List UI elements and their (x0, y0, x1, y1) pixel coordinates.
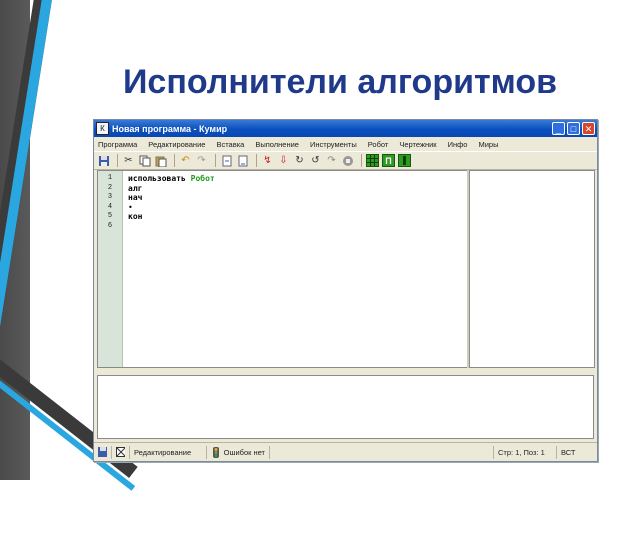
step-into-icon[interactable]: ↻ (293, 154, 306, 167)
margin-panel (469, 170, 595, 368)
maximize-button[interactable]: □ (567, 122, 580, 135)
status-state: Ошибок нет (207, 445, 270, 459)
toolbar-separator (174, 154, 175, 167)
menu-item-edit[interactable]: Редактирование (148, 140, 205, 149)
code-line[interactable]: алг (128, 184, 468, 194)
indent-icon[interactable] (220, 154, 233, 167)
status-state-text: Ошибок нет (223, 447, 265, 457)
code-editor[interactable]: 1 2 3 4 5 6 использовать Робот алг нач •… (97, 170, 469, 368)
cursor-marker: • (128, 202, 133, 212)
code-text[interactable]: использовать Робот алг нач • кон (123, 171, 468, 367)
minimize-button[interactable]: _ (552, 122, 565, 135)
executor-name: Робот (190, 174, 215, 183)
robot-field-grid-icon[interactable] (366, 154, 379, 167)
kumir-window: К Новая программа - Кумир _ □ ✕ Программ… (93, 119, 598, 462)
robot-field-bar-icon[interactable] (398, 154, 411, 167)
keyword: алг (128, 183, 143, 193)
close-button[interactable]: ✕ (582, 122, 595, 135)
undo-icon[interactable]: ↶ (179, 154, 192, 167)
toolbar-separator (361, 154, 362, 167)
traffic-light-icon (211, 447, 221, 458)
menu-bar: Программа Редактирование Вставка Выполне… (94, 137, 597, 151)
menu-item-tools[interactable]: Инструменты (310, 140, 357, 149)
menu-item-worlds[interactable]: Миры (478, 140, 498, 149)
stop-icon[interactable] (341, 154, 354, 167)
code-line[interactable]: использовать Робот (128, 174, 468, 184)
status-mode: Редактирование (130, 445, 207, 459)
redo-icon[interactable]: ↷ (195, 154, 208, 167)
line-number: 5 (107, 212, 113, 220)
keyword: нач (128, 193, 143, 202)
line-number: 1 (107, 174, 113, 182)
line-number: 6 (107, 221, 113, 230)
status-spacer (270, 446, 493, 459)
cut-icon[interactable]: ✂ (122, 154, 135, 167)
toolbar-separator (256, 154, 257, 167)
line-number: 4 (107, 202, 113, 211)
menu-item-program[interactable]: Программа (98, 140, 137, 149)
menu-item-insert[interactable]: Вставка (216, 140, 244, 149)
step-icon[interactable]: ⇩ (277, 154, 290, 167)
line-number: 3 (107, 193, 113, 201)
run-icon[interactable]: ↯ (261, 154, 274, 167)
status-bar: Редактирование Ошибок нет Стр: 1, Поз: 1… (94, 442, 597, 461)
toolbar: ✂ ↶ ↷ ↯ ⇩ ↻ ↺ ↷ П (94, 151, 597, 170)
window-title: Новая программа - Кумир (112, 123, 228, 134)
step-out-icon[interactable]: ↺ (309, 154, 322, 167)
line-number-gutter: 1 2 3 4 5 6 (98, 171, 123, 367)
menu-item-robot[interactable]: Робот (368, 140, 389, 149)
keyword: кон (128, 212, 143, 221)
paste-icon[interactable] (154, 154, 167, 167)
menu-item-info[interactable]: Инфо (448, 140, 468, 149)
code-line[interactable]: • (128, 203, 468, 213)
pause-icon[interactable]: ↷ (325, 154, 338, 167)
output-panel[interactable] (97, 375, 594, 439)
slide-title: Исполнители алгоритмов (122, 63, 558, 101)
menu-item-drawer[interactable]: Чертежник (399, 140, 436, 149)
status-close-icon[interactable] (112, 445, 130, 459)
outdent-icon[interactable] (236, 154, 249, 167)
code-line[interactable]: нач (128, 193, 468, 203)
toolbar-separator (215, 154, 216, 167)
app-icon: К (96, 122, 109, 135)
line-number: 2 (107, 183, 113, 192)
keyword: использовать (128, 174, 186, 183)
save-icon[interactable] (97, 154, 110, 167)
menu-item-run[interactable]: Выполнение (255, 140, 299, 149)
robot-button-p[interactable]: П (382, 154, 395, 167)
code-line[interactable]: кон (128, 212, 468, 222)
status-position: Стр: 1, Поз: 1 (493, 445, 557, 459)
title-bar[interactable]: К Новая программа - Кумир _ □ ✕ (94, 120, 597, 137)
status-insert-mode: ВСТ (561, 447, 576, 457)
copy-icon[interactable] (138, 154, 151, 167)
status-save-icon[interactable] (94, 445, 112, 459)
toolbar-separator (117, 154, 118, 167)
